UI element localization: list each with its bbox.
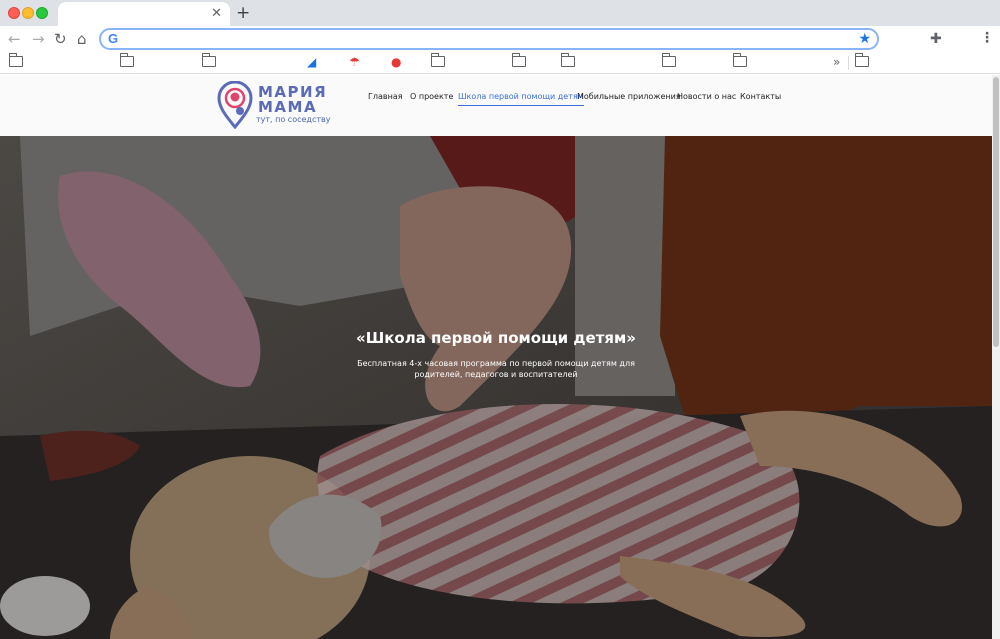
close-icon[interactable]: ✕ bbox=[211, 4, 222, 24]
bookmark-folder-icon[interactable] bbox=[119, 53, 134, 67]
bookmark-map-pin-icon[interactable]: ● bbox=[391, 54, 401, 70]
bookmark-folder-icon[interactable] bbox=[732, 53, 747, 67]
maximize-window-button[interactable] bbox=[36, 7, 48, 19]
bookmark-folder-icon[interactable] bbox=[560, 53, 575, 67]
bookmarks-bar: ◢ ☂ ● » bbox=[0, 52, 1000, 74]
logo-mother-child-icon[interactable] bbox=[217, 81, 253, 129]
browser-tab[interactable]: ✕ bbox=[58, 2, 230, 26]
nav-item-first-aid-school[interactable]: Школа первой помощи детям bbox=[458, 91, 584, 106]
site-header: МАРИЯ МАМА тут, по соседству Главная О п… bbox=[0, 75, 992, 136]
hero-description: Бесплатная 4-х часовая программа по перв… bbox=[357, 359, 635, 379]
nav-item-about[interactable]: О проекте bbox=[410, 91, 453, 103]
logo-tagline: тут, по соседству bbox=[256, 115, 331, 124]
browser-titlebar: ✕ + bbox=[0, 0, 1000, 26]
forward-arrow-icon[interactable]: → bbox=[32, 29, 45, 49]
bookmark-folder-icon[interactable] bbox=[661, 53, 676, 67]
hero-title: «Школа первой помощи детям» bbox=[356, 329, 636, 347]
reload-icon[interactable]: ↻ bbox=[54, 29, 67, 49]
google-icon: G bbox=[108, 31, 119, 46]
bookmarks-overflow-chevron[interactable]: » bbox=[833, 54, 840, 70]
hero-section: «Школа первой помощи детям» Бесплатная 4… bbox=[0, 136, 992, 639]
home-icon[interactable]: ⌂ bbox=[77, 29, 87, 49]
bookmarks-separator bbox=[848, 56, 849, 70]
page-scrollbar-thumb[interactable] bbox=[993, 77, 999, 347]
extensions-puzzle-icon[interactable]: ✚ bbox=[930, 30, 942, 48]
close-window-button[interactable] bbox=[8, 7, 20, 19]
back-arrow-icon[interactable]: ← bbox=[8, 29, 21, 49]
minimize-window-button[interactable] bbox=[22, 7, 34, 19]
bookmark-folder-icon[interactable] bbox=[854, 53, 869, 67]
browser-menu-icon[interactable]: ⋮ bbox=[980, 29, 994, 47]
hero-photo-first-aid-training bbox=[0, 136, 992, 639]
nav-item-mobile-apps[interactable]: Мобильные приложения bbox=[577, 91, 681, 103]
bookmark-folder-icon[interactable] bbox=[430, 53, 445, 67]
browser-toolbar: ← → ↻ ⌂ G ★ ✚ ⋮ bbox=[0, 26, 1000, 52]
plus-icon[interactable]: + bbox=[236, 3, 250, 23]
address-bar[interactable]: G ★ bbox=[99, 28, 879, 50]
nav-item-home[interactable]: Главная bbox=[368, 91, 403, 103]
bookmark-folder-icon[interactable] bbox=[8, 53, 23, 67]
bookmark-folder-icon[interactable] bbox=[511, 53, 526, 67]
nav-item-news[interactable]: Новости о нас bbox=[677, 91, 736, 103]
bookmark-star-icon[interactable]: ★ bbox=[858, 30, 871, 48]
bookmark-wave-icon[interactable]: ◢ bbox=[307, 54, 316, 70]
bookmark-folder-icon[interactable] bbox=[201, 53, 216, 67]
nav-item-contacts[interactable]: Контакты bbox=[740, 91, 781, 103]
main-nav: Главная О проекте Школа первой помощи де… bbox=[0, 91, 992, 106]
bookmark-umbrella-icon[interactable]: ☂ bbox=[349, 54, 360, 70]
